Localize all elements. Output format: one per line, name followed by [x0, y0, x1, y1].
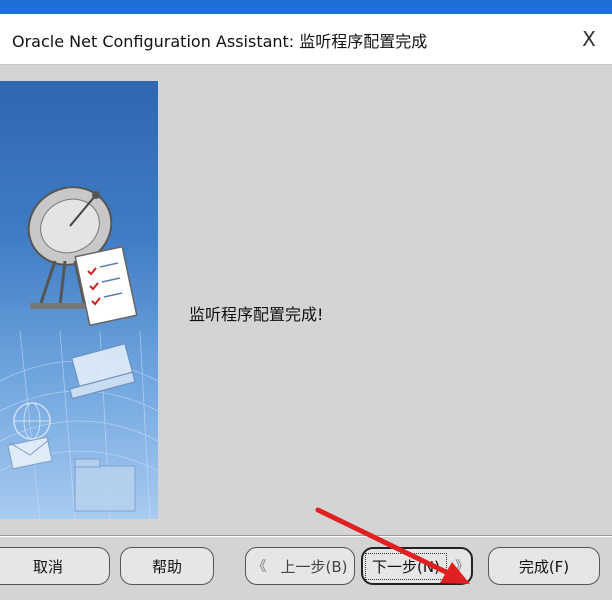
satellite-dish-illustration — [0, 186, 158, 519]
button-separator — [0, 535, 612, 537]
help-button[interactable]: 帮助 — [120, 547, 214, 585]
next-chevron-icon: 》 — [454, 559, 469, 575]
next-button-label: 下一步(N) — [372, 557, 440, 576]
back-chevron-icon: 《 — [252, 559, 267, 575]
back-button[interactable]: 《 上一步(B) — [245, 547, 355, 585]
completion-message: 监听程序配置完成! — [189, 305, 324, 324]
laptop-icon — [68, 343, 136, 400]
checklist-document-icon — [74, 245, 138, 327]
window-top-strip — [0, 0, 612, 14]
finish-button[interactable]: 完成(F) — [488, 547, 600, 585]
cancel-button-label: 取消 — [32, 557, 63, 576]
back-button-label: 上一步(B) — [280, 557, 348, 576]
globe-icon — [13, 402, 51, 440]
cancel-button[interactable]: 取消 — [0, 547, 110, 585]
dialog-content: 监听程序配置完成! 取消 帮助 《 上一步(B) 下一步(N) 》 完成(F) — [0, 65, 612, 600]
folder-icon — [74, 458, 136, 512]
envelope-icon — [7, 436, 53, 470]
window-title: Oracle Net Configuration Assistant: 监听程序… — [12, 32, 428, 51]
close-button[interactable]: X — [566, 14, 612, 64]
finish-button-label: 完成(F) — [518, 557, 570, 576]
help-button-label: 帮助 — [151, 557, 182, 576]
wizard-side-image — [0, 81, 158, 519]
next-button[interactable]: 下一步(N) 》 — [361, 547, 473, 585]
title-bar: Oracle Net Configuration Assistant: 监听程序… — [0, 14, 612, 65]
next-button-focus: 下一步(N) — [365, 552, 447, 580]
